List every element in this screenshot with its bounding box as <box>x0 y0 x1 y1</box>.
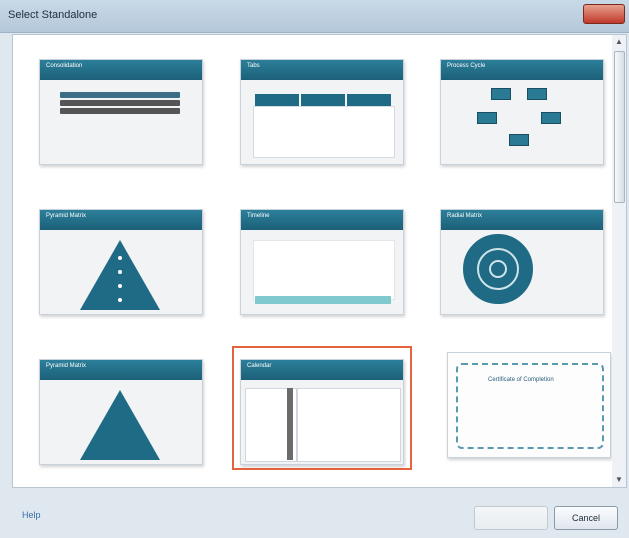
template-pyramid-1[interactable]: Pyramid Matrix <box>39 209 203 315</box>
help-link[interactable]: Help <box>22 510 41 520</box>
template-consolidation[interactable]: Consolidation <box>39 59 203 165</box>
pyramid-dot <box>118 298 122 302</box>
tile-title: Pyramid Matrix <box>46 213 87 219</box>
dialog-footer: Help Cancel <box>0 490 629 538</box>
scroll-up-icon[interactable]: ▲ <box>614 37 624 47</box>
title-bar: Select Standalone <box>0 0 629 33</box>
select-standalone-dialog: Select Standalone Consolidation Tabs Pro… <box>0 0 629 538</box>
certificate-frame <box>456 363 604 449</box>
tile-title: Timeline <box>247 213 270 219</box>
cycle-node <box>527 88 547 100</box>
template-radial[interactable]: Radial Matrix <box>440 209 604 315</box>
agenda-bar <box>60 108 180 114</box>
window-title: Select Standalone <box>8 9 98 21</box>
pyramid-dot <box>118 256 122 260</box>
tab-panel <box>253 106 395 158</box>
pyramid-dot <box>118 284 122 288</box>
template-tabs[interactable]: Tabs <box>240 59 404 165</box>
scroll-thumb[interactable] <box>614 51 625 203</box>
selection-highlight <box>232 346 412 470</box>
pyramid-dot <box>118 270 122 274</box>
tab-1 <box>255 94 299 106</box>
tile-header: Radial Matrix <box>441 210 603 230</box>
tile-header: Pyramid Matrix <box>40 210 202 230</box>
cancel-button[interactable]: Cancel <box>554 506 618 530</box>
tile-title: Consolidation <box>46 63 83 69</box>
scroll-down-icon[interactable]: ▼ <box>614 475 624 485</box>
template-process-cycle[interactable]: Process Cycle <box>440 59 604 165</box>
cycle-node <box>509 134 529 146</box>
tab-2 <box>301 94 345 106</box>
tile-title: Pyramid Matrix <box>46 363 87 369</box>
tile-title: Radial Matrix <box>447 213 483 219</box>
template-certificate[interactable]: Certificate of Completion <box>447 352 611 458</box>
timeline-area <box>253 240 395 300</box>
cycle-node <box>477 112 497 124</box>
cycle-node <box>541 112 561 124</box>
radial-inner <box>489 260 507 278</box>
pyramid-shape <box>80 390 160 460</box>
agenda-bar <box>60 92 180 98</box>
template-pyramid-2[interactable]: Pyramid Matrix <box>39 359 203 465</box>
close-button[interactable] <box>583 4 625 24</box>
tile-header: Process Cycle <box>441 60 603 80</box>
template-gallery: Consolidation Tabs Process Cycle Pyramid… <box>12 34 614 488</box>
vertical-scrollbar[interactable]: ▲ ▼ <box>612 34 627 488</box>
tile-header: Timeline <box>241 210 403 230</box>
certificate-title: Certificate of Completion <box>488 377 554 383</box>
tab-3 <box>347 94 391 106</box>
tile-header: Tabs <box>241 60 403 80</box>
tile-title: Tabs <box>247 63 260 69</box>
cycle-node <box>491 88 511 100</box>
tile-header: Consolidation <box>40 60 202 80</box>
timeline-bar <box>255 296 391 304</box>
agenda-bar <box>60 100 180 106</box>
template-timeline[interactable]: Timeline <box>240 209 404 315</box>
insert-button[interactable] <box>474 506 548 530</box>
tile-header: Pyramid Matrix <box>40 360 202 380</box>
tile-title: Process Cycle <box>447 63 486 69</box>
